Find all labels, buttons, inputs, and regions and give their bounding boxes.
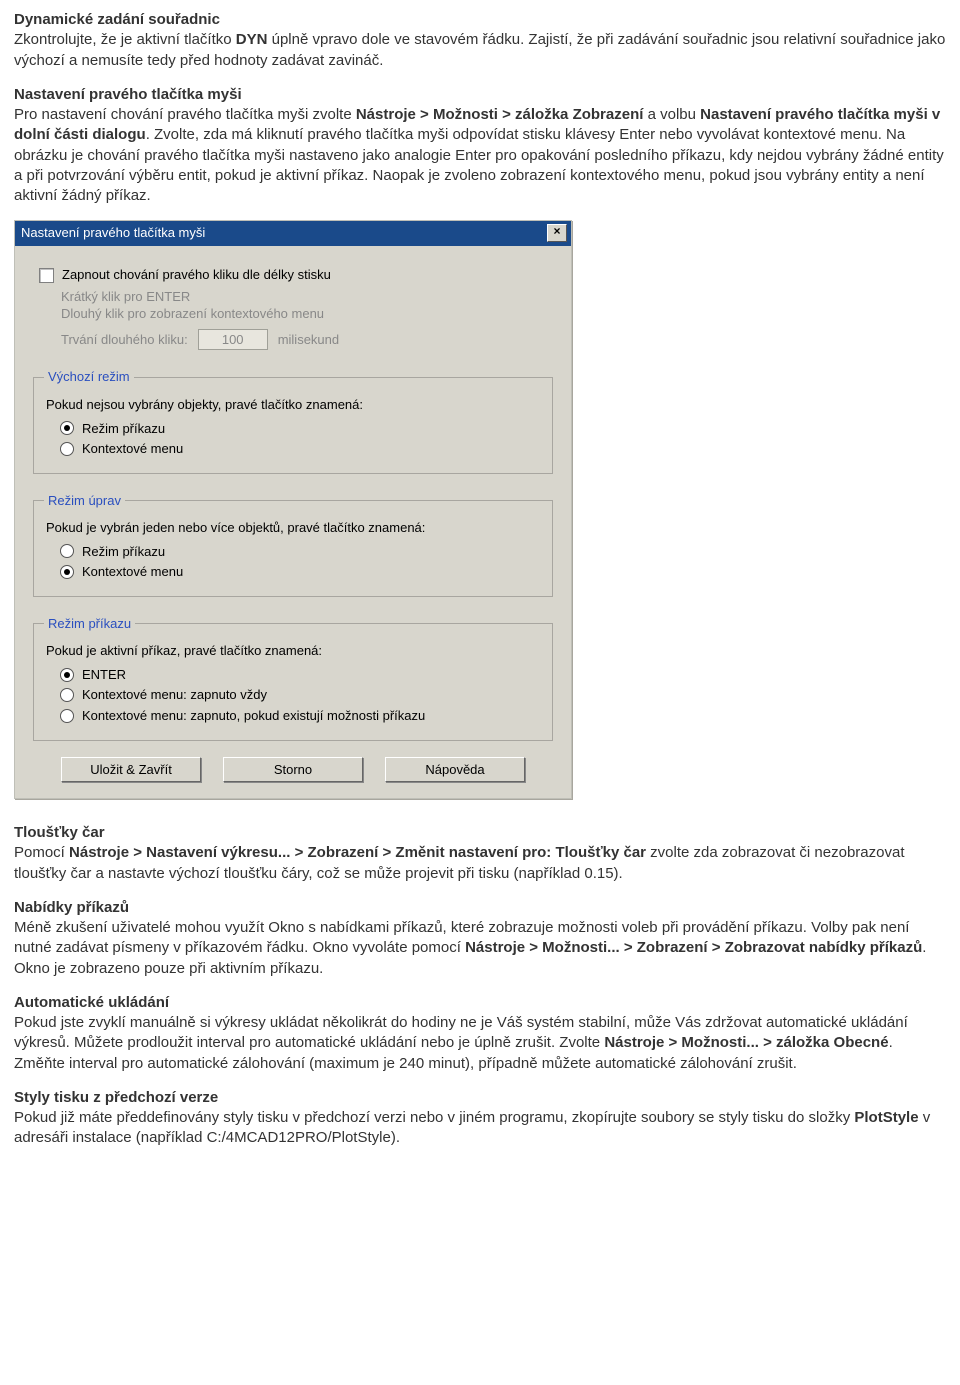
text-bold: DYN (236, 31, 268, 48)
dialog-titlebar: Nastavení pravého tlačítka myši × (15, 221, 571, 246)
close-icon[interactable]: × (547, 224, 567, 242)
heading: Nastavení pravého tlačítka myši (14, 86, 242, 103)
radio-icon (60, 565, 74, 579)
heading: Nabídky příkazů (14, 899, 129, 916)
section-line-weights: Tloušťky čar Pomocí Nástroje > Nastavení… (14, 823, 946, 884)
radio-icon (60, 668, 74, 682)
cancel-button[interactable]: Storno (223, 757, 363, 783)
duration-row: Trvání dlouhého kliku: 100 milisekund (61, 329, 557, 351)
text: Pro nastavení chování pravého tlačítka m… (14, 106, 356, 123)
radio-icon (60, 688, 74, 702)
duration-unit: milisekund (278, 331, 339, 349)
group-desc: Pokud je aktivní příkaz, pravé tlačítko … (46, 642, 542, 660)
text-bold: Nástroje > Možnosti... > Zobrazení > Zob… (465, 939, 922, 956)
radio-label: ENTER (82, 666, 126, 684)
text: Pokud již máte předdefinovány styly tisk… (14, 1109, 854, 1126)
radio-icon (60, 421, 74, 435)
section-dynamic-coords: Dynamické zadání souřadnic Zkontrolujte,… (14, 10, 946, 71)
text: . Zvolte, zda má kliknutí pravého tlačít… (14, 126, 944, 204)
radio-label: Kontextové menu (82, 440, 183, 458)
dialog-title: Nastavení pravého tlačítka myši (21, 224, 205, 242)
duration-input[interactable]: 100 (198, 329, 268, 351)
radio-label: Kontextové menu: zapnuto, pokud existují… (82, 707, 425, 725)
checkbox-label: Zapnout chování pravého kliku dle délky … (62, 266, 331, 284)
section-plot-styles: Styly tisku z předchozí verze Pokud již … (14, 1088, 946, 1149)
group-legend: Režim příkazu (44, 615, 135, 633)
text-bold: Nástroje > Možnosti > záložka Zobrazení (356, 106, 644, 123)
checkbox-row: Zapnout chování pravého kliku dle délky … (39, 266, 557, 284)
text-bold: PlotStyle (854, 1109, 918, 1126)
dialog-button-row: Uložit & Zavřít Storno Nápověda (29, 757, 557, 783)
radio-row[interactable]: ENTER (60, 666, 542, 684)
heading: Dynamické zadání souřadnic (14, 11, 220, 28)
disabled-text: Dlouhý klik pro zobrazení kontextového m… (61, 305, 557, 323)
heading: Tloušťky čar (14, 824, 105, 841)
heading: Styly tisku z předchozí verze (14, 1089, 218, 1106)
save-close-button[interactable]: Uložit & Zavřít (61, 757, 201, 783)
radio-row[interactable]: Režim příkazu (60, 420, 542, 438)
text-bold: Nástroje > Nastavení výkresu... > Zobraz… (69, 844, 646, 861)
group-desc: Pokud nejsou vybrány objekty, pravé tlač… (46, 396, 542, 414)
heading: Automatické ukládání (14, 994, 169, 1011)
section-rmb-settings: Nastavení pravého tlačítka myši Pro nast… (14, 85, 946, 207)
radio-label: Kontextové menu: zapnuto vždy (82, 686, 267, 704)
section-autosave: Automatické ukládání Pokud jste zvyklí m… (14, 993, 946, 1074)
group-command-mode: Režim příkazu Pokud je aktivní příkaz, p… (33, 615, 553, 741)
group-edit-mode: Režim úprav Pokud je vybrán jeden nebo v… (33, 492, 553, 597)
radio-label: Režim příkazu (82, 543, 165, 561)
text-bold: Nástroje > Možnosti... > záložka Obecné (604, 1034, 888, 1051)
radio-icon (60, 442, 74, 456)
text: a volbu (643, 106, 700, 123)
group-desc: Pokud je vybrán jeden nebo více objektů,… (46, 519, 542, 537)
radio-row[interactable]: Kontextové menu: zapnuto vždy (60, 686, 542, 704)
radio-label: Kontextové menu (82, 563, 183, 581)
text: Zkontrolujte, že je aktivní tlačítko (14, 31, 236, 48)
disabled-text: Krátký klik pro ENTER (61, 288, 557, 306)
radio-row[interactable]: Kontextové menu (60, 563, 542, 581)
help-button[interactable]: Nápověda (385, 757, 525, 783)
duration-label: Trvání dlouhého kliku: (61, 331, 188, 349)
radio-row[interactable]: Kontextové menu (60, 440, 542, 458)
group-default-mode: Výchozí režim Pokud nejsou vybrány objek… (33, 368, 553, 473)
radio-row[interactable]: Kontextové menu: zapnuto, pokud existují… (60, 707, 542, 725)
section-command-menus: Nabídky příkazů Méně zkušení uživatelé m… (14, 898, 946, 979)
radio-icon (60, 544, 74, 558)
dialog-rmb-settings: Nastavení pravého tlačítka myši × Zapnou… (14, 220, 572, 799)
radio-row[interactable]: Režim příkazu (60, 543, 542, 561)
checkbox-enable-duration[interactable] (39, 268, 54, 283)
radio-icon (60, 709, 74, 723)
radio-label: Režim příkazu (82, 420, 165, 438)
dialog-body: Zapnout chování pravého kliku dle délky … (15, 246, 571, 798)
group-legend: Výchozí režim (44, 368, 134, 386)
group-legend: Režim úprav (44, 492, 125, 510)
text: Pomocí (14, 844, 69, 861)
